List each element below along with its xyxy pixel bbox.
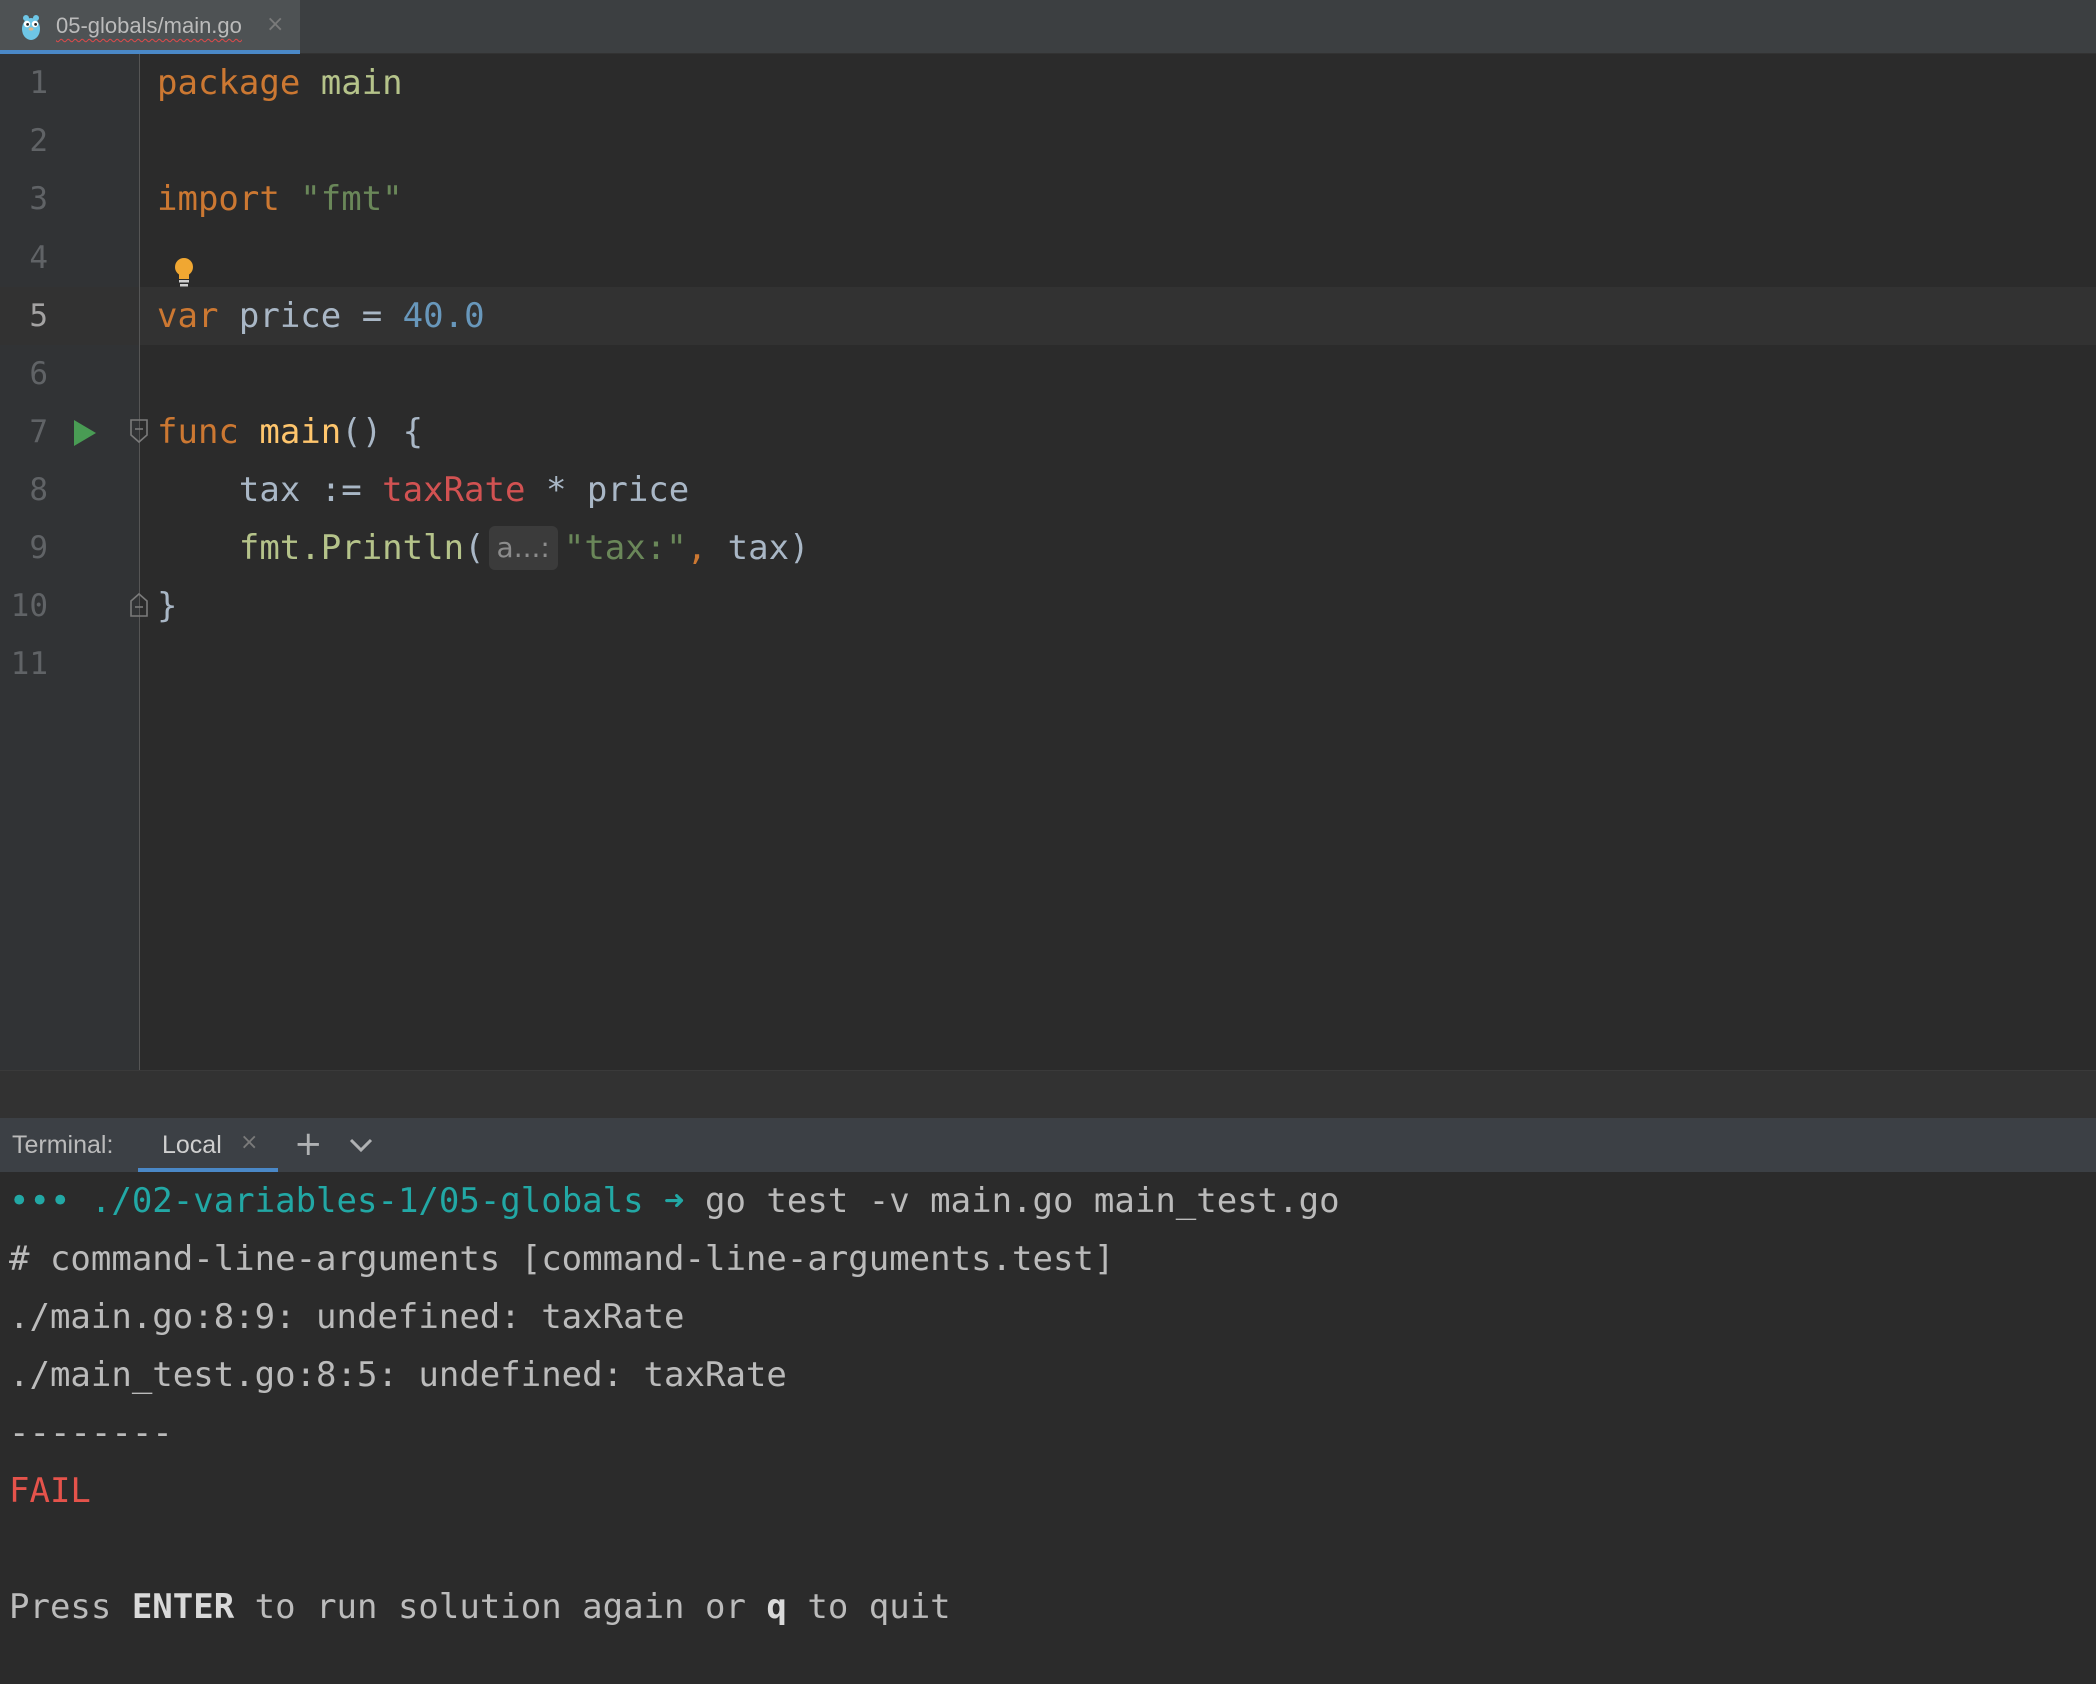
punctuation: } <box>157 586 178 626</box>
line-number-current: 5 <box>29 298 48 334</box>
gopher-icon <box>22 15 40 40</box>
press-enter-key: ENTER <box>131 1587 235 1627</box>
panel-splitter[interactable] <box>0 1070 2096 1118</box>
line-number: 9 <box>29 530 48 566</box>
code-line-8: tax := taxRate * price <box>157 461 689 519</box>
terminal-output[interactable]: ••• ./02-variables-1/05-globals ➜ go tes… <box>0 1172 2096 1684</box>
keyword: func <box>157 412 239 452</box>
tab-local[interactable]: Local × <box>138 1118 278 1172</box>
terminal-fail: FAIL <box>9 1471 91 1511</box>
terminal-header: Terminal: Local × + <box>0 1118 2096 1172</box>
add-icon[interactable]: + <box>294 1126 323 1162</box>
terminal-prompt-line: ••• ./02-variables-1/05-globals ➜ go tes… <box>9 1172 1340 1230</box>
line-number: 8 <box>29 472 48 508</box>
parameter-hint: a...: <box>488 526 558 570</box>
identifier: tax := <box>157 470 383 510</box>
string-literal: "tax:" <box>563 528 687 568</box>
line-number: 1 <box>29 65 48 101</box>
punctuation: () { <box>341 412 424 452</box>
run-icon[interactable] <box>72 418 98 448</box>
code-line-10: } <box>157 577 177 635</box>
tab-label: 05-globals/main.go <box>56 13 242 38</box>
prompt-path: ./02-variables-1/05-globals <box>70 1181 644 1221</box>
package-name: main <box>300 63 403 103</box>
punctuation: , <box>686 528 708 568</box>
bulb-icon[interactable] <box>170 256 198 288</box>
method-name: Println <box>320 528 465 568</box>
code-line-9: fmt.Println(a...: "tax:", tax) <box>157 519 810 577</box>
terminal-press-line: Press ENTER to run solution again or q t… <box>9 1578 951 1636</box>
terminal-line: # command-line-arguments [command-line-a… <box>9 1239 1115 1279</box>
string-literal: "fmt" <box>279 179 403 219</box>
chevron-down-icon[interactable] <box>348 1136 374 1154</box>
line-number: 4 <box>29 240 48 276</box>
press-text: to run solution again or <box>234 1587 767 1627</box>
code-line-5: var price = 40.0 <box>157 287 485 345</box>
code-editor[interactable]: 1 2 3 4 5 6 7 8 9 10 11 package main imp… <box>0 54 2096 1070</box>
function-name: main <box>238 412 342 452</box>
code-line-7: func main() { <box>157 403 423 461</box>
fold-icon[interactable] <box>128 592 150 618</box>
keyword: var <box>157 296 219 336</box>
identifier: price = <box>218 296 403 336</box>
terminal-line: ./main_test.go:8:5: undefined: taxRate <box>9 1355 787 1395</box>
code-line-3: import "fmt" <box>157 170 403 228</box>
identifier: * price <box>525 470 690 510</box>
terminal-line: ./main.go:8:9: undefined: taxRate <box>9 1297 685 1337</box>
tab-close-icon[interactable]: × <box>266 12 284 37</box>
line-number: 10 <box>10 588 48 624</box>
identifier: tax) <box>707 528 810 568</box>
prompt-dots: ••• <box>9 1181 71 1221</box>
line-number: 11 <box>10 646 48 682</box>
terminal-line: -------- <box>9 1413 173 1453</box>
line-number: 7 <box>29 414 48 450</box>
package-ref: fmt. <box>157 528 321 568</box>
terminal-label: Terminal: <box>12 1131 114 1159</box>
tab-main-go[interactable]: 05-globals/main.go × <box>0 0 300 54</box>
press-text: Press <box>9 1587 132 1627</box>
punctuation: ( <box>464 528 485 568</box>
press-q-key: q <box>766 1587 787 1627</box>
keyword: package <box>157 63 301 103</box>
prompt-arrow-icon: ➜ <box>643 1181 685 1221</box>
code-line-1: package main <box>157 54 403 112</box>
line-number: 3 <box>29 181 48 217</box>
tab-local-close-icon[interactable]: × <box>240 1130 258 1155</box>
fold-icon[interactable] <box>128 418 150 444</box>
line-number: 6 <box>29 356 48 392</box>
number-literal: 40.0 <box>402 296 485 336</box>
keyword: import <box>157 179 280 219</box>
editor-tab-bar: 05-globals/main.go × <box>0 0 2096 54</box>
terminal-command: go test -v main.go main_test.go <box>684 1181 1340 1221</box>
line-number: 2 <box>29 123 48 159</box>
unresolved-identifier: taxRate <box>382 470 526 510</box>
press-text: to quit <box>786 1587 951 1627</box>
tab-local-label: Local <box>162 1131 222 1159</box>
